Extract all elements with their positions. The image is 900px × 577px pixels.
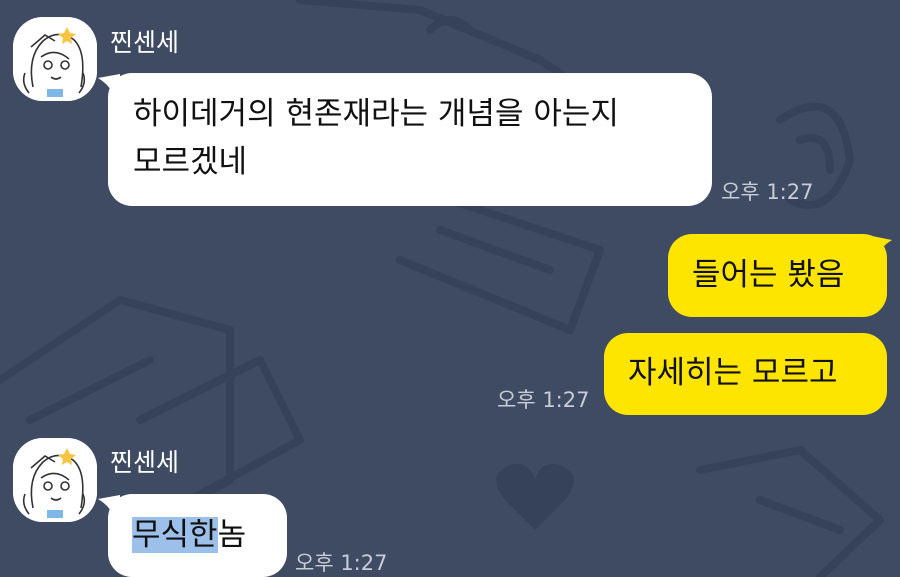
message-timestamp: 오후 1:27 [295, 551, 388, 575]
message-text: 자세히는 모르고 [628, 355, 838, 391]
sender-name: 찐센세 [110, 448, 180, 477]
message-line: 하이데거의 현존재라는 개념을 아는지 [133, 96, 619, 132]
incoming-message-bubble[interactable]: 무식한놈 [108, 494, 287, 577]
bubble-tail [872, 236, 892, 254]
message-text-rest: 놈 [217, 517, 247, 553]
anime-character-avatar-icon [13, 438, 97, 522]
message-text: 들어는 봤음 [692, 257, 845, 293]
selected-text: 무식한 [132, 517, 218, 553]
outgoing-message-bubble[interactable]: 들어는 봤음 [668, 234, 887, 317]
message-timestamp: 오후 1:27 [721, 180, 814, 204]
sender-avatar[interactable] [13, 17, 97, 101]
message-text: 무식한놈 [132, 511, 246, 559]
sender-avatar[interactable] [13, 438, 97, 522]
anime-character-avatar-icon [13, 17, 97, 101]
incoming-message-bubble[interactable]: 하이데거의 현존재라는 개념을 아는지 모르겠네 [108, 73, 712, 206]
outgoing-message-bubble[interactable]: 자세히는 모르고 [604, 333, 887, 415]
sender-name: 찐센세 [110, 28, 180, 57]
message-timestamp: 오후 1:27 [497, 388, 590, 412]
message-line: 모르겠네 [133, 144, 248, 180]
